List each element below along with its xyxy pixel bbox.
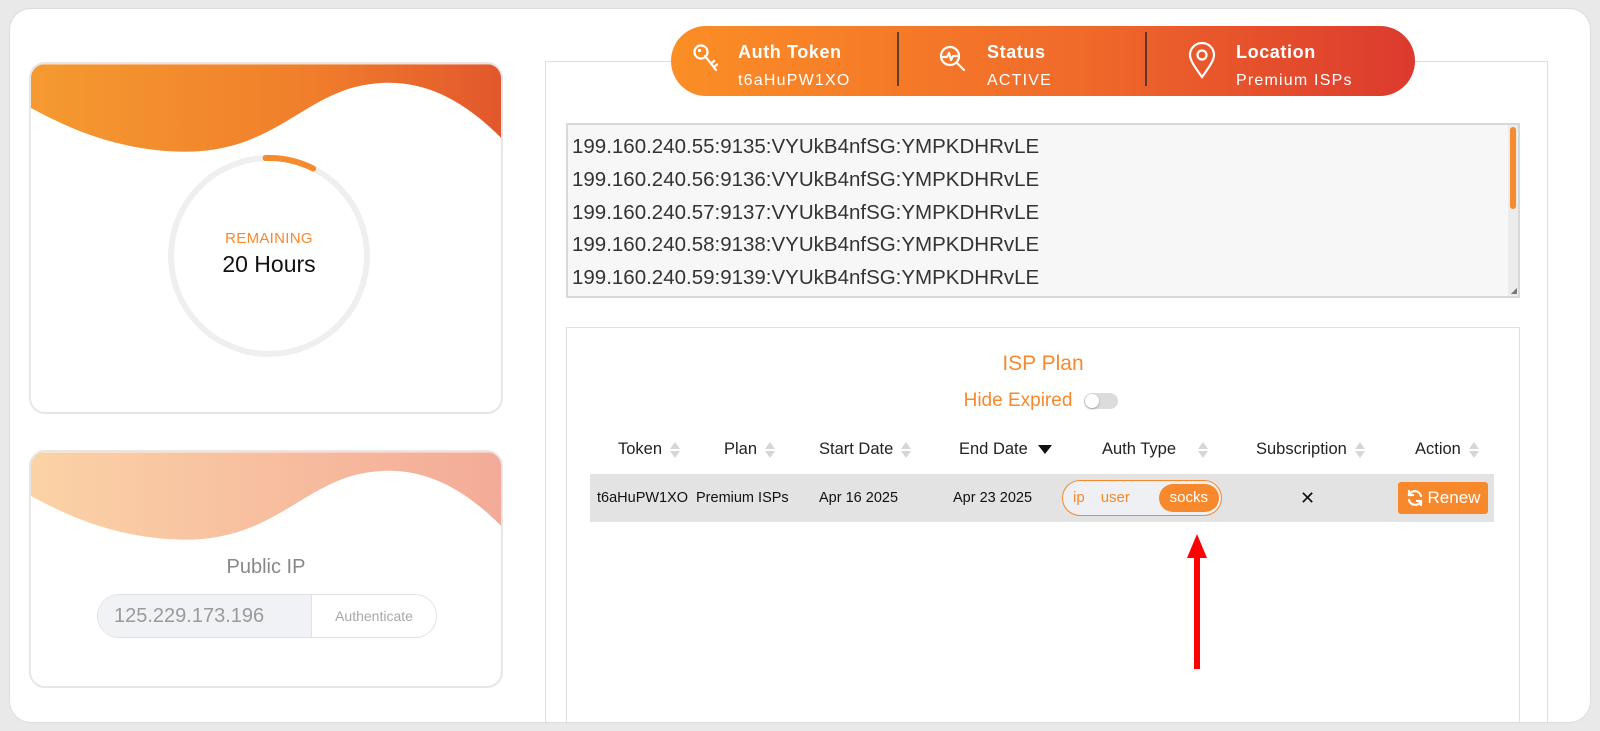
- isp-plan-section: ISP Plan Hide Expired Token Plan Start D…: [566, 327, 1520, 722]
- table-row: t6aHuPW1XO Premium ISPs Apr 16 2025 Apr …: [590, 474, 1494, 522]
- sort-icon: [670, 441, 681, 458]
- location-section: Location Premium ISPs: [1148, 26, 1415, 96]
- remaining-label: REMAINING: [225, 230, 313, 247]
- column-header-label: Action: [1415, 440, 1461, 458]
- remaining-progress-ring: REMAINING 20 Hours: [165, 152, 373, 360]
- column-header-label: Auth Type: [1102, 440, 1177, 458]
- hide-expired-row: Hide Expired: [567, 390, 1519, 412]
- refresh-icon: [1407, 489, 1422, 507]
- column-header-end-date[interactable]: End Date: [959, 440, 1052, 459]
- key-icon: [691, 43, 721, 82]
- isp-plan-title: ISP Plan: [1002, 352, 1084, 375]
- auth-type-selector: ip user socks: [1062, 480, 1222, 516]
- authenticate-button[interactable]: Authenticate: [311, 595, 436, 637]
- public-ip-input[interactable]: [98, 595, 311, 637]
- location-label: Location: [1236, 42, 1316, 62]
- column-header-subscription[interactable]: Subscription: [1256, 440, 1365, 459]
- toggle-knob: [1085, 394, 1100, 408]
- public-ip-input-group: Authenticate: [97, 594, 437, 638]
- sort-icon: [1468, 441, 1479, 458]
- auth-token-label: Auth Token: [738, 42, 842, 62]
- token-status-location-header: Auth Token t6aHuPW1XO Status ACTIVE Loca…: [671, 26, 1415, 96]
- remaining-value: 20 Hours: [222, 251, 316, 277]
- subscription-off-icon: ✕: [1300, 488, 1316, 508]
- column-header-label: End Date: [959, 440, 1028, 458]
- status-label: Status: [987, 42, 1046, 62]
- scrollbar-track[interactable]: [1508, 125, 1518, 296]
- card-header-wave: [31, 64, 501, 152]
- sort-icon: [1354, 441, 1365, 458]
- column-header-auth-type[interactable]: Auth Type: [1102, 440, 1209, 459]
- sort-icon: [901, 441, 912, 458]
- column-header-plan[interactable]: Plan: [724, 440, 776, 459]
- status-value: ACTIVE: [987, 72, 1052, 89]
- resize-handle-icon[interactable]: ◢: [1511, 286, 1517, 295]
- scrollbar-thumb[interactable]: [1510, 127, 1516, 209]
- cell-plan: Premium ISPs: [696, 490, 789, 506]
- column-header-action[interactable]: Action: [1415, 440, 1479, 459]
- renew-button[interactable]: Renew: [1398, 482, 1488, 514]
- column-header-token[interactable]: Token: [618, 440, 681, 459]
- column-header-label: Plan: [724, 440, 758, 458]
- auth-option-user[interactable]: user: [1093, 484, 1138, 512]
- sort-icon: [1198, 441, 1209, 458]
- monitor-search-icon: [938, 44, 966, 79]
- column-header-label: Subscription: [1256, 440, 1347, 458]
- location-value: Premium ISPs: [1236, 72, 1353, 89]
- auth-option-socks[interactable]: socks: [1158, 484, 1219, 512]
- proxy-line: 199.160.240.56:9136:VYUkB4nfSG:YMPKDHRvL…: [572, 167, 1040, 191]
- column-header-label: Start Date: [819, 440, 894, 458]
- column-header-start-date[interactable]: Start Date: [819, 440, 912, 459]
- header-divider: [1145, 32, 1147, 86]
- renew-label: Renew: [1427, 488, 1481, 507]
- app-window: REMAINING 20 Hours Public IP Authenticat…: [9, 8, 1591, 723]
- auth-token-value: t6aHuPW1XO: [738, 72, 851, 89]
- cell-token: t6aHuPW1XO: [597, 490, 689, 506]
- sort-descending-icon: [1037, 445, 1052, 454]
- cell-start-date: Apr 16 2025: [819, 490, 899, 506]
- cell-end-date: Apr 23 2025: [953, 490, 1033, 506]
- proxy-line: 199.160.240.55:9135:VYUkB4nfSG:YMPKDHRvL…: [572, 135, 1040, 158]
- remaining-time-card: REMAINING 20 Hours: [29, 62, 503, 414]
- auth-option-ip[interactable]: ip: [1065, 484, 1093, 512]
- column-header-label: Token: [618, 440, 663, 458]
- proxy-line: 199.160.240.58:9138:VYUkB4nfSG:YMPKDHRvL…: [572, 233, 1040, 257]
- map-pin-icon: [1188, 41, 1216, 85]
- annotation-arrow-icon: [1187, 534, 1207, 669]
- public-ip-title: Public IP: [226, 556, 306, 578]
- proxy-list-textarea[interactable]: 199.160.240.55:9135:VYUkB4nfSG:YMPKDHRvL…: [566, 123, 1520, 298]
- hide-expired-label: Hide Expired: [963, 390, 1073, 411]
- hide-expired-toggle[interactable]: [1084, 393, 1119, 409]
- status-section: Status ACTIVE: [898, 26, 1148, 96]
- public-ip-card: Public IP Authenticate: [29, 450, 503, 688]
- card-header-wave: [31, 452, 501, 540]
- sort-icon: [765, 441, 776, 458]
- proxy-line: 199.160.240.57:9137:VYUkB4nfSG:YMPKDHRvL…: [572, 200, 1040, 224]
- auth-token-section: Auth Token t6aHuPW1XO: [671, 26, 898, 96]
- proxy-line: 199.160.240.59:9139:VYUkB4nfSG:YMPKDHRvL…: [572, 266, 1040, 290]
